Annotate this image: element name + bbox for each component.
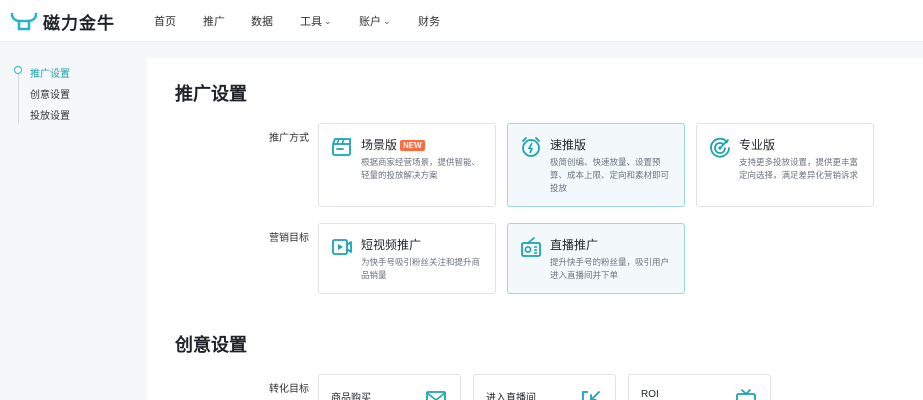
top-navigation-bar: 磁力金牛 首页 推广 数据 工具 ⌄ 账户 ⌄ 财务 [0, 0, 923, 42]
marketing-goal-label: 营销目标 [269, 233, 309, 244]
method-description: 支持更多投放设置，提供更丰富 定向选择，满足差异化营销诉求 [739, 156, 858, 182]
desc-line: 为快手号吸引粉丝关注和提升商 [361, 257, 481, 267]
method-title-text: 场景版 [361, 138, 398, 152]
brand-logo[interactable]: 磁力金牛 [9, 9, 115, 33]
nav-item-account[interactable]: 账户 ⌄ [359, 0, 391, 42]
nav-item-promotion[interactable]: 推广 [203, 0, 225, 42]
goal-title: 短视频推广 [361, 238, 422, 252]
section-title-promo: 推广设置 [175, 84, 247, 104]
active-step-dot [14, 66, 22, 74]
new-badge: NEW [400, 140, 425, 151]
desc-line: 定向选择，满足差异化营销诉求 [739, 170, 859, 180]
goal-card-short-video[interactable]: 短视频推广 为快手号吸引粉丝关注和提升商 品销量 [318, 223, 496, 294]
nav-label: 首页 [154, 16, 176, 28]
desc-line: 提升快手号的粉丝量，吸引用户 [550, 257, 670, 267]
nav-label: 账户 [359, 16, 381, 28]
method-title: 速推版 [550, 138, 587, 152]
desc-line: 极简创编、快速放量、设置预 [550, 157, 661, 167]
nav-item-home[interactable]: 首页 [154, 0, 176, 42]
goal-card-live[interactable]: 直播推广 提升快手号的粉丝量，吸引用户 进入直播间并下单 [507, 223, 685, 294]
nav-label: 数据 [251, 16, 273, 28]
desc-line: 轻量的投放解决方案 [361, 170, 438, 180]
chevron-down-icon: ⌄ [383, 15, 391, 26]
chevron-down-icon: ⌄ [324, 15, 332, 26]
sidebar-item-promo-settings[interactable]: 推广设置 [30, 65, 70, 80]
goal-description: 为快手号吸引粉丝关注和提升商 品销量 [361, 256, 480, 282]
method-card-quick[interactable]: 速推版 极简创编、快速放量、设置预 算、成本上限、定向和素材即可 投放 [507, 123, 685, 207]
conversion-title: 进入直播间 [486, 393, 536, 400]
brand-name: 磁力金牛 [43, 13, 115, 33]
sidebar-item-delivery-settings[interactable]: 投放设置 [30, 107, 70, 122]
mail-icon [426, 391, 446, 400]
bull-logo-icon [10, 12, 38, 31]
desc-line: 品销量 [361, 270, 387, 280]
desc-line: 算、成本上限、定向和素材即可 [550, 170, 670, 180]
conversion-target-label: 转化目标 [269, 384, 309, 395]
alarm-lightning-icon [522, 137, 540, 157]
target-icon [710, 137, 730, 158]
desc-line: 根据商家经营场景，提供智能、 [361, 157, 481, 167]
clapperboard-icon [332, 138, 351, 156]
enter-box-icon [582, 391, 600, 400]
goal-title: 直播推广 [550, 238, 599, 252]
video-icon [332, 239, 352, 255]
nav-label: 工具 [300, 16, 322, 28]
conversion-title: ROI [641, 389, 659, 400]
desc-line: 支持更多投放设置，提供更丰富 [739, 157, 859, 167]
nav-label: 推广 [203, 16, 225, 28]
live-radio-icon [521, 237, 541, 257]
nav-item-finance[interactable]: 财务 [418, 0, 440, 42]
goal-description: 提升快手号的粉丝量，吸引用户 进入直播间并下单 [550, 256, 669, 282]
method-title: 场景版 NEW [361, 136, 425, 153]
method-description: 极简创编、快速放量、设置预 算、成本上限、定向和素材即可 投放 [550, 156, 669, 195]
section-title-creative: 创意设置 [175, 335, 247, 355]
nav-item-tools[interactable]: 工具 ⌄ [300, 0, 332, 42]
sidebar-timeline [18, 68, 19, 124]
desc-line: 投放 [550, 183, 568, 193]
nav-item-data[interactable]: 数据 [251, 0, 273, 42]
conversion-card-enter-live[interactable]: 进入直播间 [473, 374, 616, 400]
desc-line: 进入直播间并下单 [550, 270, 619, 280]
conversion-title: 商品购买 [331, 393, 371, 400]
method-description: 根据商家经营场景，提供智能、 轻量的投放解决方案 [361, 156, 480, 182]
conversion-card-purchase[interactable]: 商品购买 [318, 374, 461, 400]
method-card-pro[interactable]: 专业版 支持更多投放设置，提供更丰富 定向选择，满足差异化营销诉求 [696, 123, 874, 207]
conversion-card-roi[interactable]: ROI [628, 374, 771, 400]
method-title: 专业版 [739, 138, 776, 152]
nav-label: 财务 [418, 16, 440, 28]
method-card-scene[interactable]: 场景版 NEW 根据商家经营场景，提供智能、 轻量的投放解决方案 [318, 123, 496, 207]
sidebar-item-creative-settings[interactable]: 创意设置 [30, 86, 70, 101]
tv-icon [736, 389, 756, 400]
promo-method-label: 推广方式 [269, 133, 309, 144]
